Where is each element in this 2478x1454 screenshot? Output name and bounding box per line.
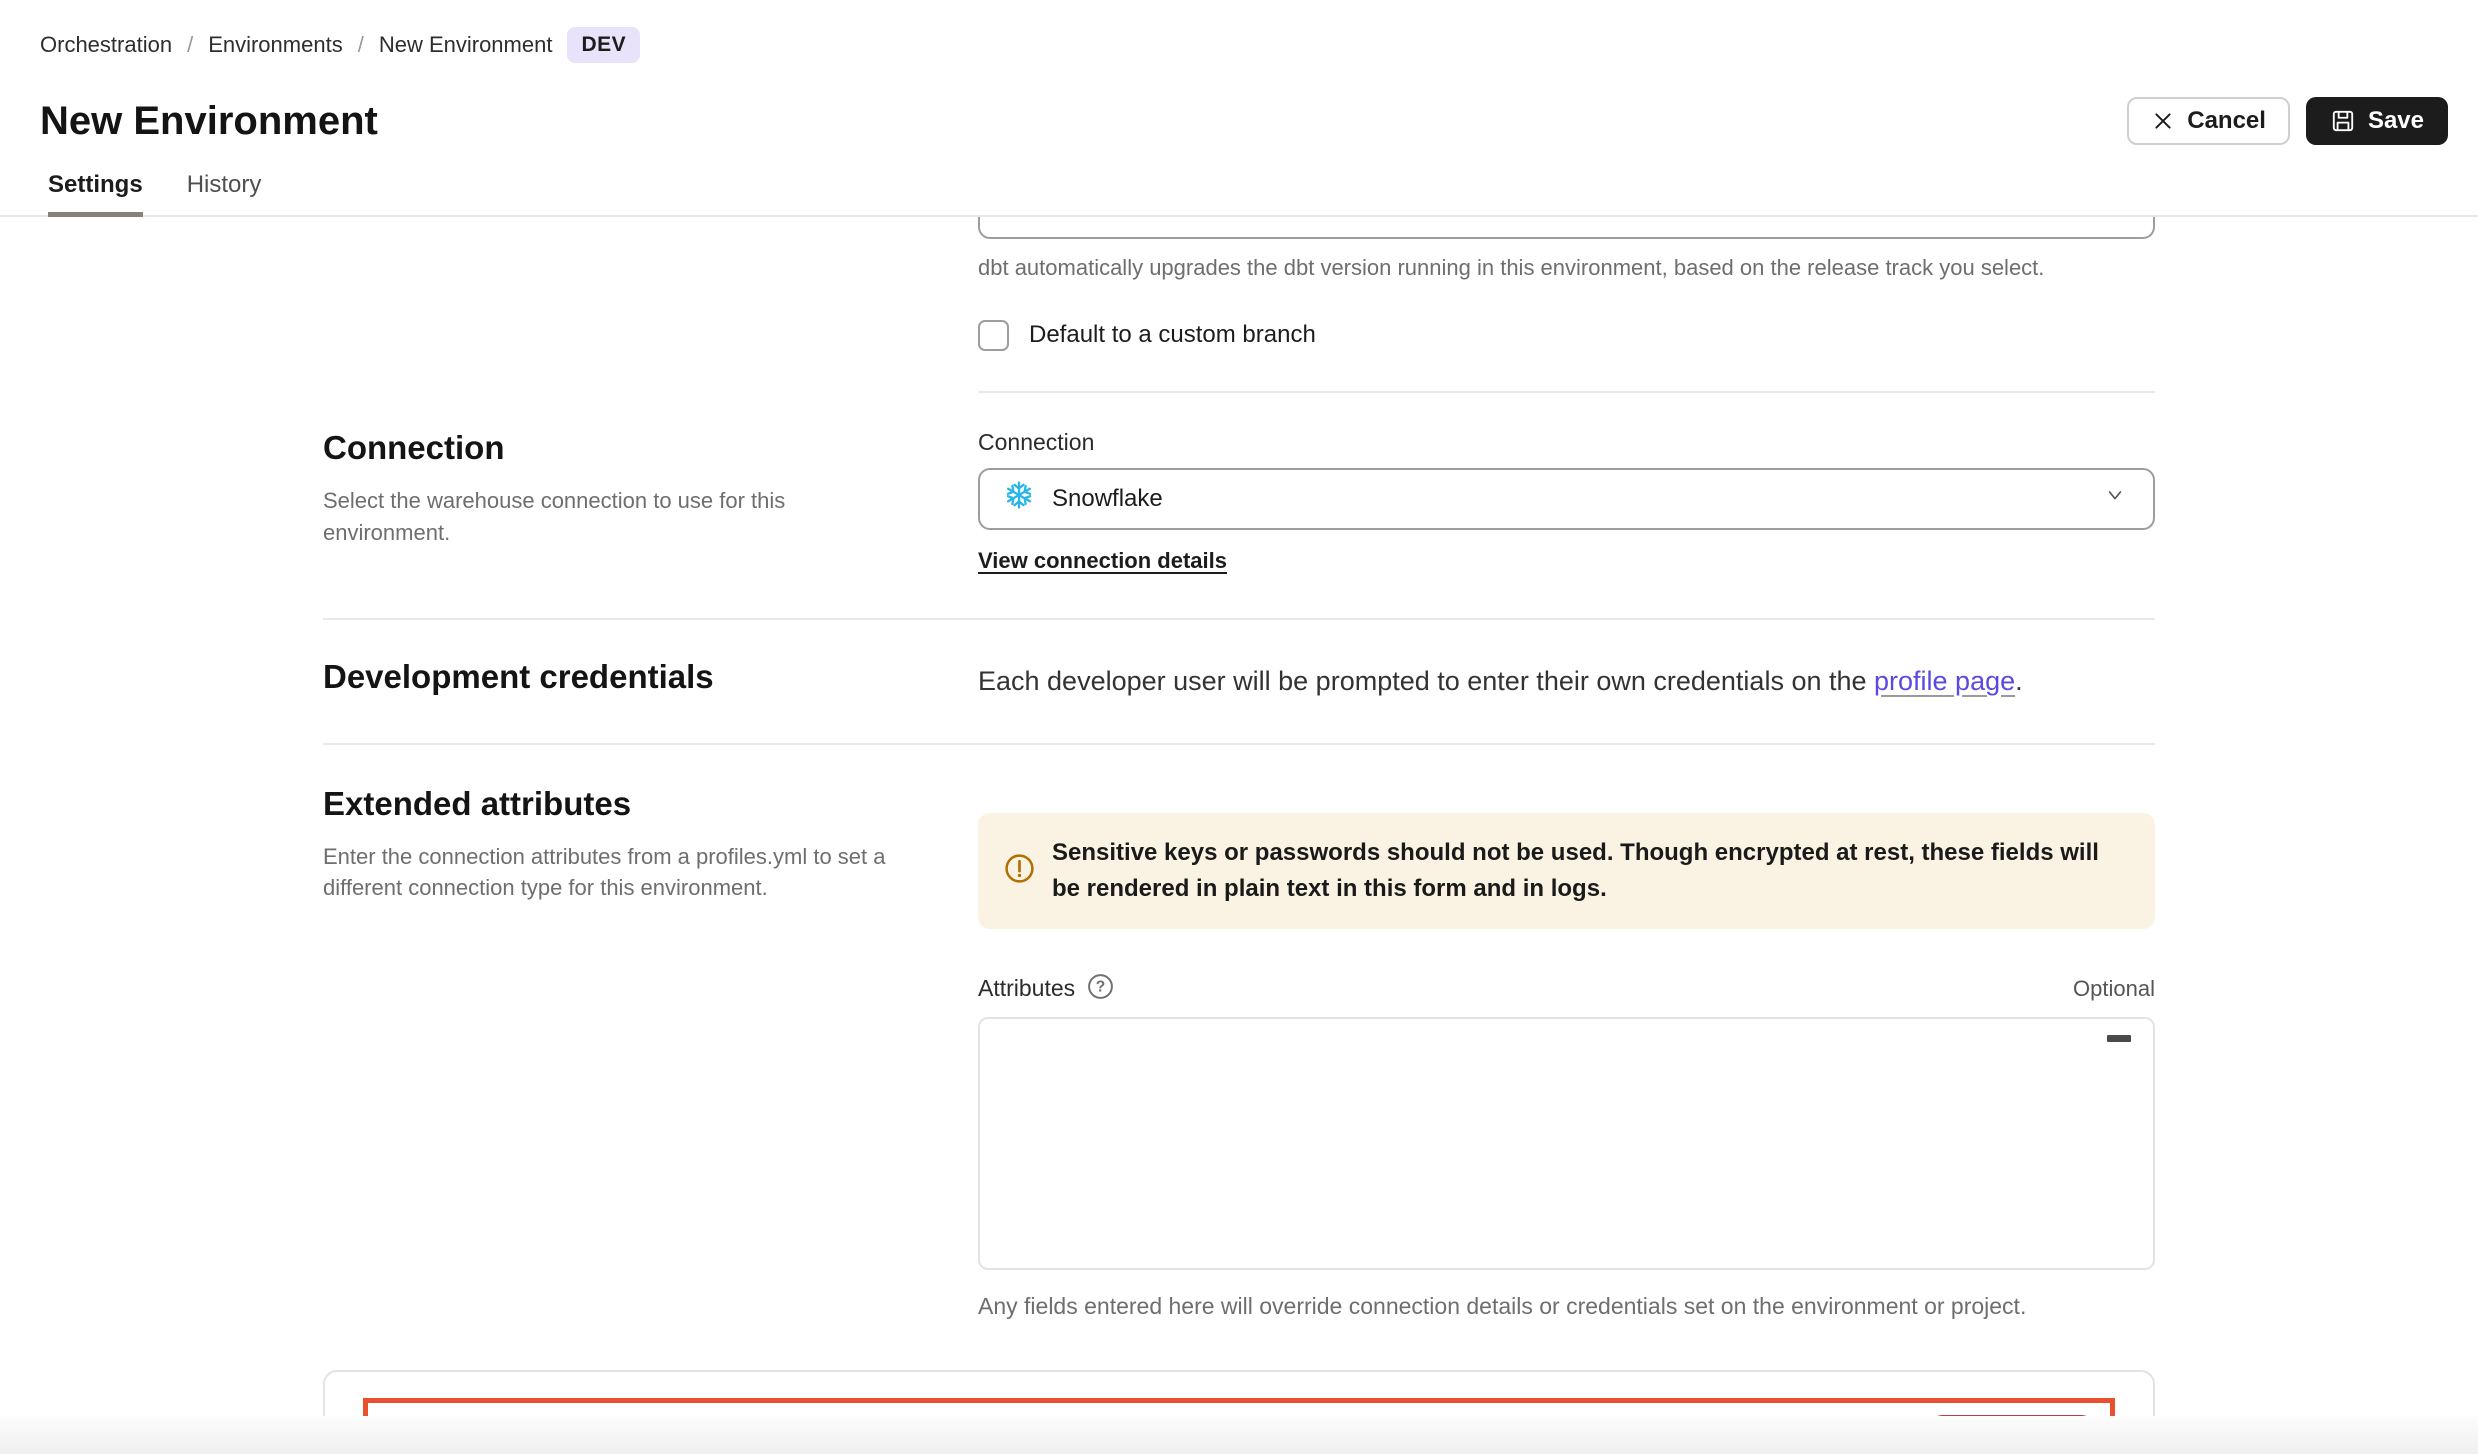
dev-credentials-heading: Development credentials	[323, 658, 893, 696]
view-connection-details-link[interactable]: View connection details	[978, 548, 1227, 574]
svg-text:?: ?	[1096, 978, 1106, 995]
connection-selected-value: Snowflake	[1052, 485, 1163, 513]
dev-credentials-text-before: Each developer user will be prompted to …	[978, 666, 1874, 696]
chevron-down-icon	[2103, 483, 2127, 514]
breadcrumb-environments[interactable]: Environments	[208, 32, 343, 58]
sensitive-keys-warning: Sensitive keys or passwords should not b…	[978, 813, 2155, 929]
extended-attributes-heading: Extended attributes	[323, 785, 893, 823]
breadcrumb-new-environment[interactable]: New Environment	[379, 32, 553, 58]
extended-attributes-description: Enter the connection attributes from a p…	[323, 841, 893, 905]
save-icon	[2330, 108, 2356, 134]
close-icon	[2151, 109, 2175, 133]
page-header: Orchestration / Environments / New Envir…	[0, 0, 2478, 145]
warning-icon	[1004, 853, 1035, 889]
environment-type-badge: DEV	[567, 27, 640, 63]
tab-history[interactable]: History	[187, 171, 262, 217]
release-track-input[interactable]	[978, 217, 2155, 239]
page-title: New Environment	[40, 99, 378, 144]
dev-credentials-text: Each developer user will be prompted to …	[978, 663, 2155, 701]
fold-marker-icon[interactable]	[2107, 1035, 2131, 1042]
connection-description: Select the warehouse connection to use f…	[323, 485, 893, 549]
tab-bar: Settings History	[0, 171, 2478, 217]
breadcrumb-separator: /	[187, 32, 193, 58]
snowflake-icon	[1004, 480, 1034, 517]
attributes-helper: Any fields entered here will override co…	[978, 1290, 2155, 1322]
save-button[interactable]: Save	[2306, 97, 2448, 145]
save-button-label: Save	[2368, 107, 2424, 135]
tab-settings[interactable]: Settings	[48, 171, 143, 217]
breadcrumb-orchestration[interactable]: Orchestration	[40, 32, 172, 58]
custom-branch-label: Default to a custom branch	[1029, 321, 1316, 349]
release-track-helper: dbt automatically upgrades the dbt versi…	[978, 253, 2155, 284]
cancel-button[interactable]: Cancel	[2127, 97, 2290, 145]
help-icon[interactable]: ?	[1087, 973, 1114, 1005]
breadcrumb: Orchestration / Environments / New Envir…	[40, 27, 2448, 63]
connection-select[interactable]: Snowflake	[978, 468, 2155, 530]
breadcrumb-separator: /	[358, 32, 364, 58]
optional-label: Optional	[2073, 976, 2155, 1002]
connection-field-label: Connection	[978, 429, 2155, 456]
profile-page-link[interactable]: profile page	[1874, 666, 2015, 696]
cancel-button-label: Cancel	[2187, 107, 2266, 135]
warning-text: Sensitive keys or passwords should not b…	[1052, 835, 2129, 907]
attributes-field-label: Attributes	[978, 975, 1075, 1002]
connection-heading: Connection	[323, 429, 893, 467]
page-bottom-fade	[0, 1416, 2478, 1454]
custom-branch-checkbox[interactable]	[978, 320, 1009, 351]
dev-credentials-text-after: .	[2015, 666, 2023, 696]
attributes-editor[interactable]	[978, 1017, 2155, 1270]
